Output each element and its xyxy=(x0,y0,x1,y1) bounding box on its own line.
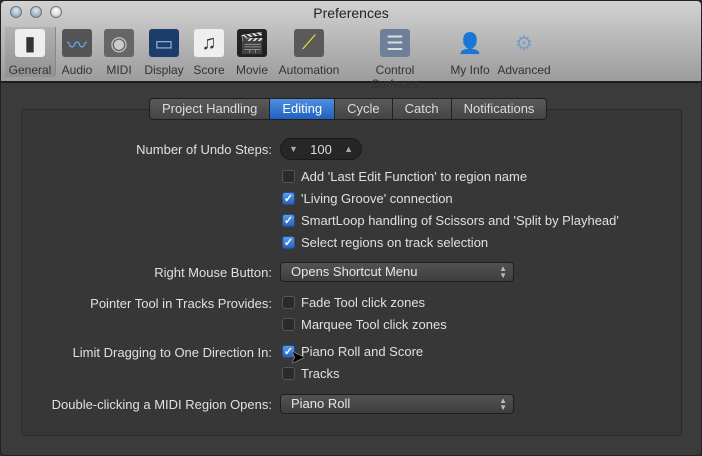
popup-arrows-icon: ▲ ▼ xyxy=(499,264,507,280)
toolbar-item-control-surfaces[interactable]: ☰ Control Surfaces xyxy=(355,27,435,91)
tab-catch[interactable]: Catch xyxy=(393,99,452,119)
pointer-tool-label: Pointer Tool in Tracks Provides: xyxy=(90,296,272,311)
window-title: Preferences xyxy=(313,5,389,21)
toolbar-item-label: Advanced xyxy=(497,63,551,77)
checkbox[interactable] xyxy=(282,318,295,331)
double-click-label: Double-clicking a MIDI Region Opens: xyxy=(51,397,272,412)
checkbox-row[interactable]: ✓ SmartLoop handling of Scissors and 'Spl… xyxy=(282,213,619,228)
checkbox[interactable]: ✓ xyxy=(282,214,295,227)
movie-clapper-icon: 🎬 xyxy=(237,29,267,57)
increment-arrow-icon[interactable]: ▲ xyxy=(344,144,353,154)
toolbar-item-label: Control Surfaces xyxy=(371,63,419,91)
limit-dragging-label: Limit Dragging to One Direction In: xyxy=(72,345,272,360)
control-surfaces-faders-icon: ☰ xyxy=(380,29,410,57)
advanced-gear-icon: ⚙ xyxy=(515,32,533,55)
checkbox-label: Add 'Last Edit Function' to region name xyxy=(301,169,528,184)
decrement-arrow-icon[interactable]: ▼ xyxy=(289,144,298,154)
tab-cycle[interactable]: Cycle xyxy=(335,99,393,119)
checkbox[interactable]: ✓ xyxy=(282,192,295,205)
checkbox-label: Tracks xyxy=(301,366,340,381)
checkbox-label: SmartLoop handling of Scissors and 'Spli… xyxy=(301,213,619,228)
checkbox-label: Marquee Tool click zones xyxy=(301,317,447,332)
automation-curve-icon: ⟋ xyxy=(294,29,324,57)
mouse-pointer-icon: ➤ xyxy=(290,347,306,367)
tab-bar: Project Handling Editing Cycle Catch Notific… xyxy=(149,98,548,120)
checkbox[interactable] xyxy=(282,170,295,183)
double-click-popup[interactable]: Piano Roll ▲ ▼ xyxy=(280,394,514,414)
checkbox[interactable] xyxy=(282,367,295,380)
preferences-window: Preferences ▮ General 〰 Audio ◉ MIDI ▭ Display ♫… xyxy=(0,0,702,456)
checkbox-row[interactable]: Marquee Tool click zones xyxy=(282,317,447,332)
checkbox-row[interactable]: Tracks xyxy=(282,366,340,381)
right-mouse-value: Opens Shortcut Menu xyxy=(291,264,418,279)
undo-steps-label: Number of Undo Steps: xyxy=(136,142,272,157)
popup-arrows-icon: ▲ ▼ xyxy=(499,396,507,412)
checkbox-label: 'Living Groove' connection xyxy=(301,191,453,206)
right-mouse-label: Right Mouse Button: xyxy=(154,265,272,280)
tab-editing[interactable]: Editing xyxy=(270,99,336,119)
double-click-value: Piano Roll xyxy=(291,396,351,411)
title-toolbar: Preferences ▮ General 〰 Audio ◉ MIDI ▭ Display ♫… xyxy=(1,1,701,91)
undo-steps-stepper[interactable]: ▼ 100 ▲ xyxy=(280,138,362,160)
checkbox-label: Select regions on track selection xyxy=(301,235,489,250)
my-info-person-icon: 👤 xyxy=(457,32,483,55)
checkbox[interactable] xyxy=(282,296,295,309)
undo-steps-value: 100 xyxy=(310,141,332,157)
tab-notifications[interactable]: Notifications xyxy=(452,99,547,119)
checkbox-row[interactable]: ✓ Select regions on track selection xyxy=(282,235,488,250)
checkbox-label: Fade Tool click zones xyxy=(301,295,426,310)
checkbox[interactable]: ✓ xyxy=(282,236,295,249)
toolbar-item-advanced[interactable]: ⚙ Advanced xyxy=(484,27,564,78)
checkbox-row[interactable]: Fade Tool click zones xyxy=(282,295,425,310)
tab-project-handling[interactable]: Project Handling xyxy=(150,99,271,119)
toolbar-item-automation[interactable]: ⟋ Automation xyxy=(269,27,349,77)
checkbox-row[interactable]: ✓ 'Living Groove' connection xyxy=(282,191,453,206)
checkbox-row[interactable]: Add 'Last Edit Function' to region name xyxy=(282,169,527,184)
checkbox-label: Piano Roll and Score xyxy=(301,344,424,359)
right-mouse-popup[interactable]: Opens Shortcut Menu ▲ ▼ xyxy=(280,262,514,282)
toolbar-item-label: Automation xyxy=(278,63,340,77)
